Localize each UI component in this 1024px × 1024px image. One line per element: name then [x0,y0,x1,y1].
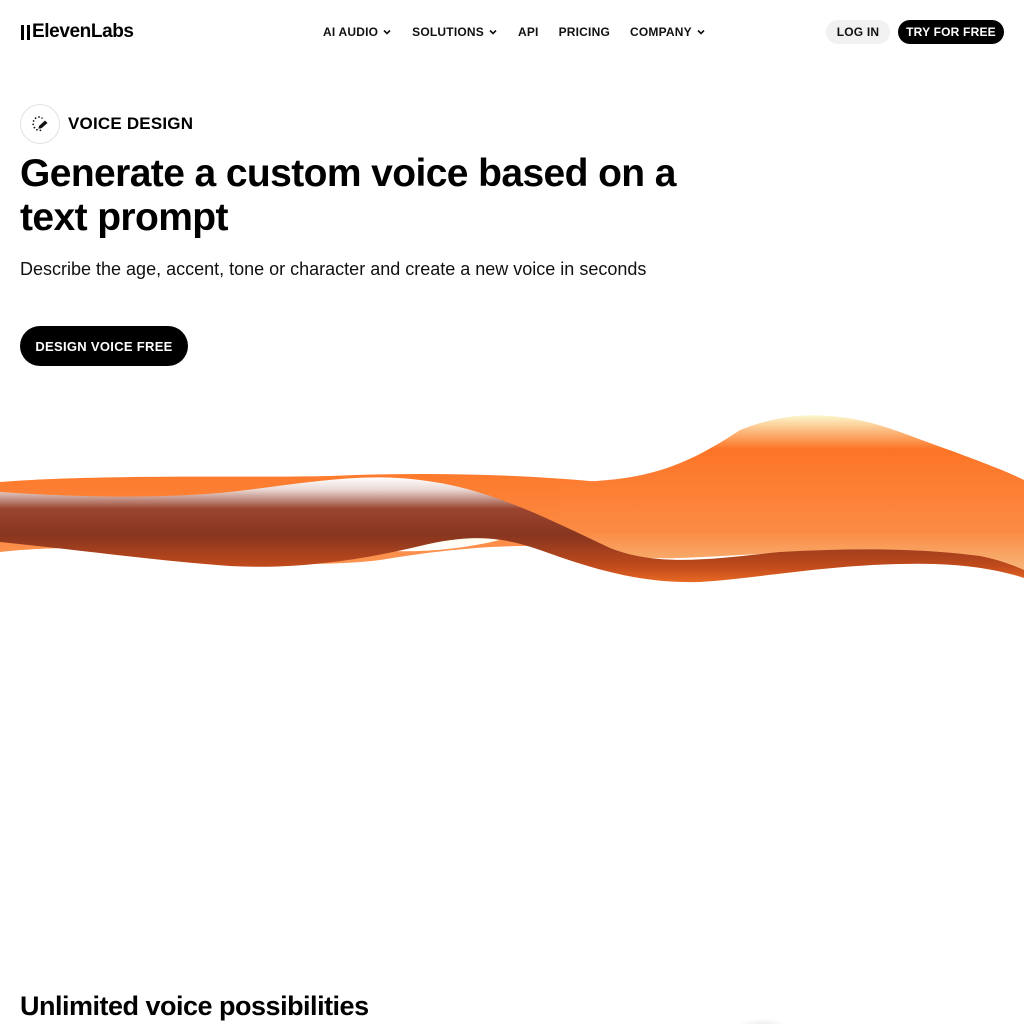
elevenlabs-logo[interactable]: ElevenLabs [21,21,134,43]
chevron-down-icon [489,29,497,35]
voice-orb-preview [740,1019,784,1024]
try-for-free-button[interactable]: TRY FOR FREE [898,20,1004,44]
nav-api[interactable]: API [518,25,539,39]
nav-label: SOLUTIONS [412,25,484,39]
nav-solutions[interactable]: SOLUTIONS [412,25,498,39]
feature-badge: VOICE DESIGN [20,104,193,144]
nav-ai-audio[interactable]: AI AUDIO [323,25,392,39]
top-navigation: ElevenLabs AI AUDIO SOLUTIONS API PRICIN… [0,0,1024,64]
logo-mark-icon [21,24,30,40]
nav-company[interactable]: COMPANY [630,25,706,39]
nav-label: AI AUDIO [323,25,379,39]
audio-wave-graphic [0,415,1024,583]
chevron-down-icon [383,29,391,35]
chevron-down-icon [697,29,705,35]
design-voice-free-button[interactable]: DESIGN VOICE FREE [20,326,188,366]
wave-orange-swell [560,415,1024,570]
login-button[interactable]: LOG IN [826,20,890,44]
hero-subtitle: Describe the age, accent, tone or charac… [20,259,647,279]
voice-design-icon [20,104,60,144]
logo-text: ElevenLabs [32,21,134,42]
page-title: Generate a custom voice based on a text … [20,152,676,239]
nav-pricing[interactable]: PRICING [559,25,610,39]
nav-label: COMPANY [629,25,692,39]
main-nav: AI AUDIO SOLUTIONS API PRICING COMPANY [323,22,726,42]
nav-label: API [517,25,539,39]
nav-label: PRICING [558,25,610,39]
badge-label: VOICE DESIGN [68,114,194,133]
section-title: Unlimited voice possibilities [20,991,369,1021]
